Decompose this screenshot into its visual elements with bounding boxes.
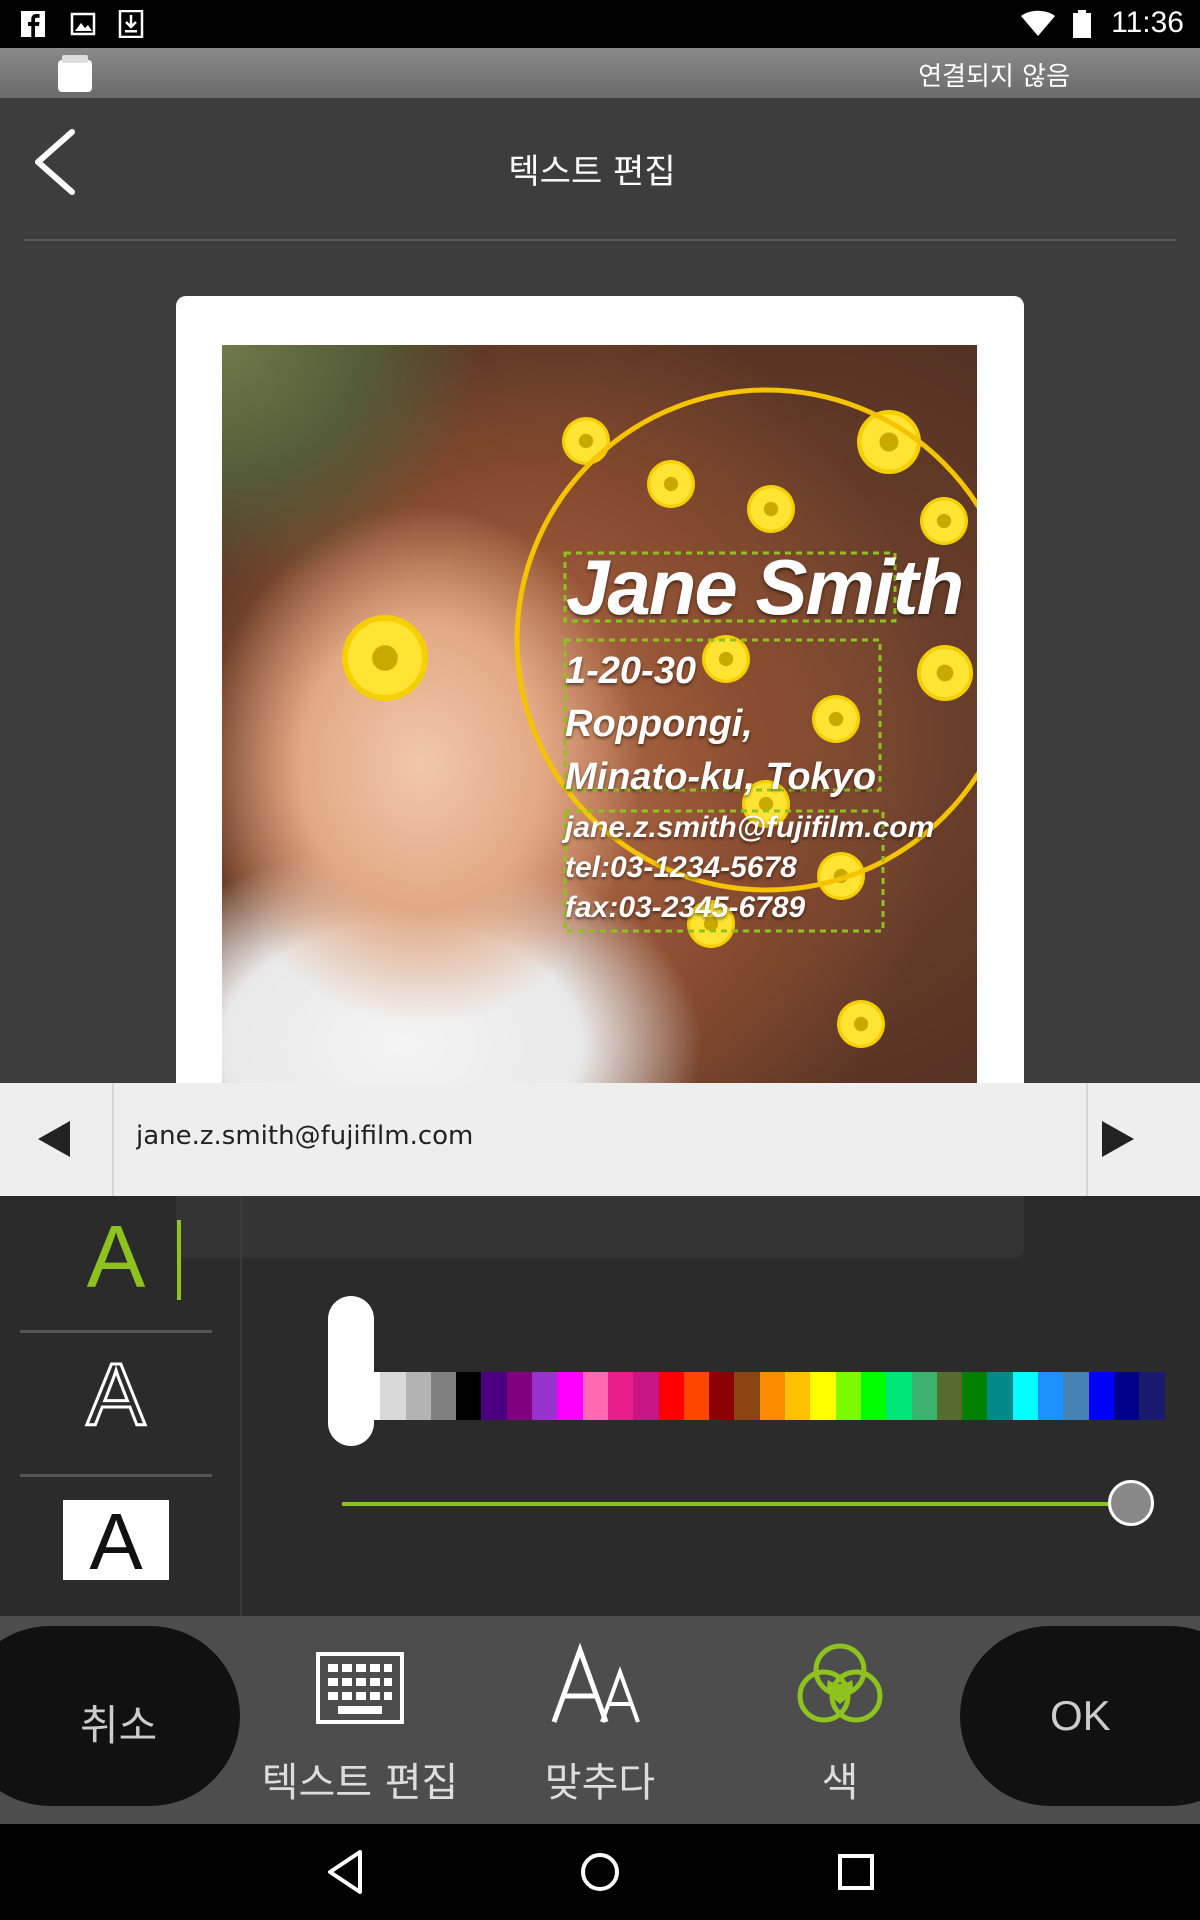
tab-color[interactable]: 색 [740, 1636, 940, 1816]
color-swatch[interactable] [759, 1372, 786, 1420]
address-line: 1-20-30 [565, 650, 696, 692]
color-swatch[interactable] [633, 1372, 659, 1420]
bottom-toolbar: 취소 텍스트 편집 맞추다 색 OK [0, 1616, 1200, 1824]
color-circles-icon [797, 1643, 883, 1723]
color-swatch[interactable] [962, 1372, 988, 1420]
address-line: Roppongi, [565, 703, 753, 745]
color-swatch[interactable] [1088, 1372, 1114, 1420]
battery-icon [1073, 10, 1091, 38]
status-bar: 11:36 [0, 0, 1200, 48]
card-bottom-edge [176, 1196, 1024, 1258]
color-swatch[interactable] [911, 1372, 937, 1420]
facebook-icon [21, 11, 45, 37]
address-line: Minato-ku, Tokyo [565, 756, 877, 798]
wifi-icon [1021, 10, 1055, 36]
header-divider [24, 239, 1176, 241]
nav-home-icon[interactable] [570, 1842, 630, 1902]
prev-field-button[interactable] [0, 1083, 114, 1196]
color-swatch[interactable] [1012, 1372, 1039, 1420]
palette-selector-handle[interactable] [328, 1296, 374, 1446]
style-box-glyph: A [63, 1500, 169, 1584]
ok-button[interactable]: OK [960, 1626, 1200, 1806]
color-swatch[interactable] [1038, 1372, 1064, 1420]
font-size-icon [551, 1642, 640, 1723]
system-nav-bar [0, 1824, 1200, 1920]
contact-line: tel:03-1234-5678 [565, 851, 797, 884]
color-swatch[interactable] [860, 1372, 887, 1420]
tab-fit-label: 맞추다 [544, 1760, 656, 1806]
card-contact-text[interactable]: jane.z.smith@fujifilm.com tel:03-1234-56… [565, 808, 934, 928]
tab-text-edit[interactable]: 텍스트 편집 [260, 1636, 460, 1816]
color-swatch[interactable] [1113, 1372, 1140, 1420]
ok-label: OK [1050, 1692, 1111, 1739]
nav-recents-icon[interactable] [826, 1842, 886, 1902]
color-swatch[interactable] [886, 1372, 912, 1420]
card-name-text[interactable]: Jane Smith [566, 542, 964, 633]
contact-line: fax:03-2345-6789 [565, 891, 806, 924]
image-icon [70, 12, 96, 36]
color-swatch[interactable] [481, 1372, 507, 1420]
color-swatch[interactable] [506, 1372, 533, 1420]
next-field-button[interactable] [1086, 1083, 1200, 1196]
keyboard-icon [316, 1652, 404, 1724]
color-swatch[interactable] [607, 1372, 634, 1420]
download-icon [118, 10, 144, 38]
right-arrow-icon [1102, 1121, 1134, 1157]
color-swatch[interactable] [658, 1372, 684, 1420]
left-arrow-icon [38, 1121, 70, 1157]
color-swatch[interactable] [936, 1372, 963, 1420]
text-field-input[interactable] [136, 1121, 1036, 1151]
color-swatch[interactable] [810, 1372, 836, 1420]
color-swatch[interactable] [582, 1372, 608, 1420]
color-swatch[interactable] [709, 1372, 735, 1420]
style-outline-option[interactable]: A [20, 1334, 212, 1474]
contact-line: jane.z.smith@fujifilm.com [565, 811, 935, 844]
color-swatch[interactable] [380, 1372, 406, 1420]
color-swatch[interactable] [456, 1372, 482, 1420]
tab-fit[interactable]: 맞추다 [500, 1636, 700, 1816]
color-swatch[interactable] [785, 1372, 811, 1420]
color-swatch[interactable] [532, 1372, 558, 1420]
header: 텍스트 편집 [0, 98, 1200, 241]
cancel-button[interactable]: 취소 [0, 1626, 240, 1806]
opacity-slider-track[interactable] [342, 1502, 1132, 1506]
color-swatch[interactable] [987, 1372, 1013, 1420]
page-title: 텍스트 편집 [508, 152, 676, 192]
color-swatch[interactable] [835, 1372, 861, 1420]
cancel-label: 취소 [80, 1701, 158, 1750]
color-swatch[interactable] [430, 1372, 457, 1420]
style-fill-glyph: A [20, 1206, 212, 1308]
tab-text-edit-label: 텍스트 편집 [261, 1760, 459, 1806]
style-box-option[interactable]: A [20, 1478, 212, 1618]
color-swatch[interactable] [1063, 1372, 1089, 1420]
color-swatch[interactable] [734, 1372, 760, 1420]
style-divider [20, 1330, 212, 1333]
color-swatch[interactable] [405, 1372, 431, 1420]
tab-color-label: 색 [821, 1760, 859, 1806]
card-address-text[interactable]: 1-20-30 Roppongi, Minato-ku, Tokyo [565, 645, 876, 804]
style-panel: A A A [0, 1196, 1200, 1616]
style-outline-glyph: A [85, 1344, 147, 1446]
color-palette[interactable] [355, 1372, 1165, 1420]
opacity-slider-thumb[interactable] [1108, 1480, 1154, 1526]
connection-status: 연결되지 않음 [918, 62, 1070, 92]
text-field-bar [0, 1083, 1200, 1196]
color-swatch[interactable] [1139, 1372, 1165, 1420]
printer-device-icon[interactable] [56, 54, 94, 94]
text-style-list: A A A [0, 1196, 242, 1616]
style-divider [20, 1474, 212, 1477]
color-swatch[interactable] [683, 1372, 710, 1420]
style-fill-option[interactable]: A [20, 1196, 212, 1336]
status-time: 11:36 [1111, 6, 1184, 39]
nav-back-icon[interactable] [316, 1842, 376, 1902]
connection-bar: 연결되지 않음 [0, 48, 1200, 98]
color-swatch[interactable] [557, 1372, 583, 1420]
